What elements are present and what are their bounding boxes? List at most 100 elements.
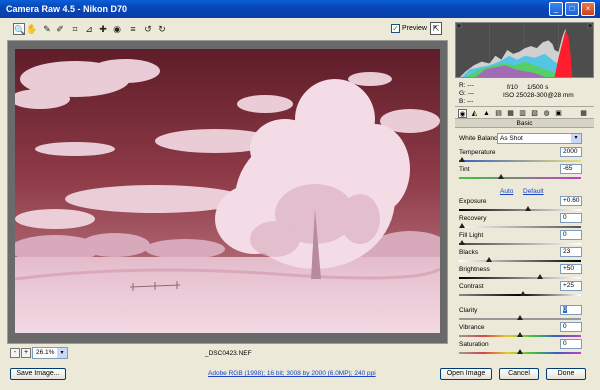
contrast-slider[interactable]: [459, 291, 581, 296]
preview-checkbox[interactable]: ✓: [391, 24, 400, 33]
blacks-slider[interactable]: [459, 257, 581, 262]
contrast-thumb[interactable]: [520, 291, 526, 296]
minimize-button[interactable]: _: [549, 2, 563, 16]
open-image-button[interactable]: Open Image: [440, 368, 492, 380]
saturation-thumb[interactable]: [517, 349, 523, 354]
white-balance-value: As Shot: [500, 135, 523, 142]
default-link[interactable]: Default: [523, 188, 544, 195]
crop-icon[interactable]: ⌗: [69, 23, 81, 35]
recovery-slider[interactable]: [459, 223, 581, 228]
exposure-thumb[interactable]: [525, 206, 531, 211]
exposure-label: Exposure: [459, 198, 487, 205]
save-image-button[interactable]: Save Image...: [10, 368, 66, 380]
chevron-down-icon: ▾: [57, 348, 67, 358]
zoom-level-value: 26.1%: [36, 349, 55, 356]
brightness-thumb[interactable]: [537, 274, 543, 279]
shutter-speed: 1/500 s: [527, 84, 549, 91]
saturation-field[interactable]: 0: [560, 339, 582, 349]
tab-camera-calibration-icon[interactable]: ▧: [530, 109, 539, 118]
brightness-slider[interactable]: [459, 274, 581, 279]
zoom-level-select[interactable]: 26.1% ▾: [32, 347, 68, 359]
close-button[interactable]: ×: [581, 2, 595, 16]
cancel-button[interactable]: Cancel: [499, 368, 539, 380]
green-readout: G: ---: [459, 90, 475, 97]
exposure-slider[interactable]: [459, 206, 581, 211]
tint-thumb[interactable]: [498, 174, 504, 179]
tab-snapshots-icon[interactable]: ▣: [554, 109, 563, 118]
iso: ISO 250: [503, 92, 527, 99]
retouch-icon[interactable]: ✚: [97, 23, 109, 35]
straighten-icon[interactable]: ⊿: [83, 23, 95, 35]
temperature-label: Temperature: [459, 149, 496, 156]
panel-title: Basic: [455, 118, 594, 128]
vibrance-slider[interactable]: [459, 332, 581, 337]
tint-label: Tint: [459, 166, 470, 173]
fullscreen-icon[interactable]: ⇱: [430, 22, 442, 35]
aperture: f/10: [507, 84, 518, 91]
tab-detail-icon[interactable]: ▲: [482, 109, 491, 118]
file-name: _DSC0423.NEF: [205, 350, 252, 357]
blue-readout: B: ---: [459, 98, 474, 105]
tab-tone-curve-icon[interactable]: ◭: [470, 109, 479, 118]
tab-lens-corrections-icon[interactable]: ▥: [518, 109, 527, 118]
panel-tabs: ◉ ◭ ▲ ▤ ▦ ▥ ▧ ◍ ▣ ▦: [455, 106, 594, 118]
clarity-value: 0: [563, 306, 567, 313]
tab-hsl-icon[interactable]: ▤: [494, 109, 503, 118]
contrast-field[interactable]: +25: [560, 281, 582, 291]
vibrance-thumb[interactable]: [517, 332, 523, 337]
title-bar: Camera Raw 4.5 - Nikon D70: [0, 0, 600, 18]
photo-preview: [15, 49, 440, 333]
brightness-label: Brightness: [459, 266, 490, 273]
rotate-right-icon[interactable]: ↻: [156, 23, 168, 35]
contrast-label: Contrast: [459, 283, 484, 290]
workflow-options-link[interactable]: Adobe RGB (1998); 16 bit; 3008 by 2000 (…: [208, 370, 376, 377]
tab-presets-icon[interactable]: ◍: [542, 109, 551, 118]
clarity-slider[interactable]: [459, 315, 581, 320]
white-balance-select[interactable]: As Shot ▾: [497, 133, 582, 144]
readout-panel: R: --- G: --- B: --- f/10 1/500 s ISO 25…: [455, 80, 594, 106]
temperature-thumb[interactable]: [459, 157, 465, 162]
hand-tool-icon[interactable]: ✋: [26, 23, 38, 35]
fill-light-label: Fill Light: [459, 232, 484, 239]
tab-split-toning-icon[interactable]: ▦: [506, 109, 515, 118]
recovery-thumb[interactable]: [459, 223, 465, 228]
clarity-field[interactable]: 0: [560, 305, 582, 315]
temperature-field[interactable]: 2000: [560, 147, 582, 157]
recovery-label: Recovery: [459, 215, 487, 222]
blacks-thumb[interactable]: [486, 257, 492, 262]
saturation-slider[interactable]: [459, 349, 581, 354]
toolbar: 🔍 ✋ ✎ ✐ ⌗ ⊿ ✚ ◉ ≡ ↺ ↻ ✓ Preview ⇱: [0, 18, 448, 40]
histogram: [455, 22, 594, 78]
zoom-out-button[interactable]: -: [10, 348, 20, 358]
done-button[interactable]: Done: [546, 368, 586, 380]
red-readout: R: ---: [459, 82, 474, 89]
blacks-label: Blacks: [459, 249, 479, 256]
zoom-in-button[interactable]: +: [21, 348, 31, 358]
color-sampler-icon[interactable]: ✐: [54, 23, 66, 35]
red-eye-icon[interactable]: ◉: [111, 23, 123, 35]
rotate-left-icon[interactable]: ↺: [142, 23, 154, 35]
clarity-thumb[interactable]: [517, 315, 523, 320]
preferences-list-icon[interactable]: ≡: [127, 23, 139, 35]
zoom-tool-icon[interactable]: 🔍: [13, 23, 25, 35]
maximize-button[interactable]: □: [565, 2, 579, 16]
temperature-slider[interactable]: [459, 157, 581, 162]
white-balance-eyedropper-icon[interactable]: ✎: [41, 23, 53, 35]
tab-basic-icon[interactable]: ◉: [458, 109, 467, 118]
tint-slider[interactable]: [459, 174, 581, 179]
vibrance-label: Vibrance: [459, 324, 485, 331]
saturation-label: Saturation: [459, 341, 489, 348]
panel-menu-icon[interactable]: ▦: [579, 109, 588, 118]
recovery-field[interactable]: 0: [560, 213, 582, 223]
fill-light-thumb[interactable]: [459, 240, 465, 245]
fill-light-slider[interactable]: [459, 240, 581, 245]
exposure-field[interactable]: +0.60: [560, 196, 582, 206]
lens: 28-300@28 mm: [527, 92, 574, 99]
blacks-field[interactable]: 23: [560, 247, 582, 257]
image-canvas[interactable]: [7, 40, 448, 344]
brightness-field[interactable]: +50: [560, 264, 582, 274]
vibrance-field[interactable]: 0: [560, 322, 582, 332]
auto-link[interactable]: Auto: [500, 188, 513, 195]
tint-field[interactable]: -65: [560, 164, 582, 174]
fill-light-field[interactable]: 0: [560, 230, 582, 240]
